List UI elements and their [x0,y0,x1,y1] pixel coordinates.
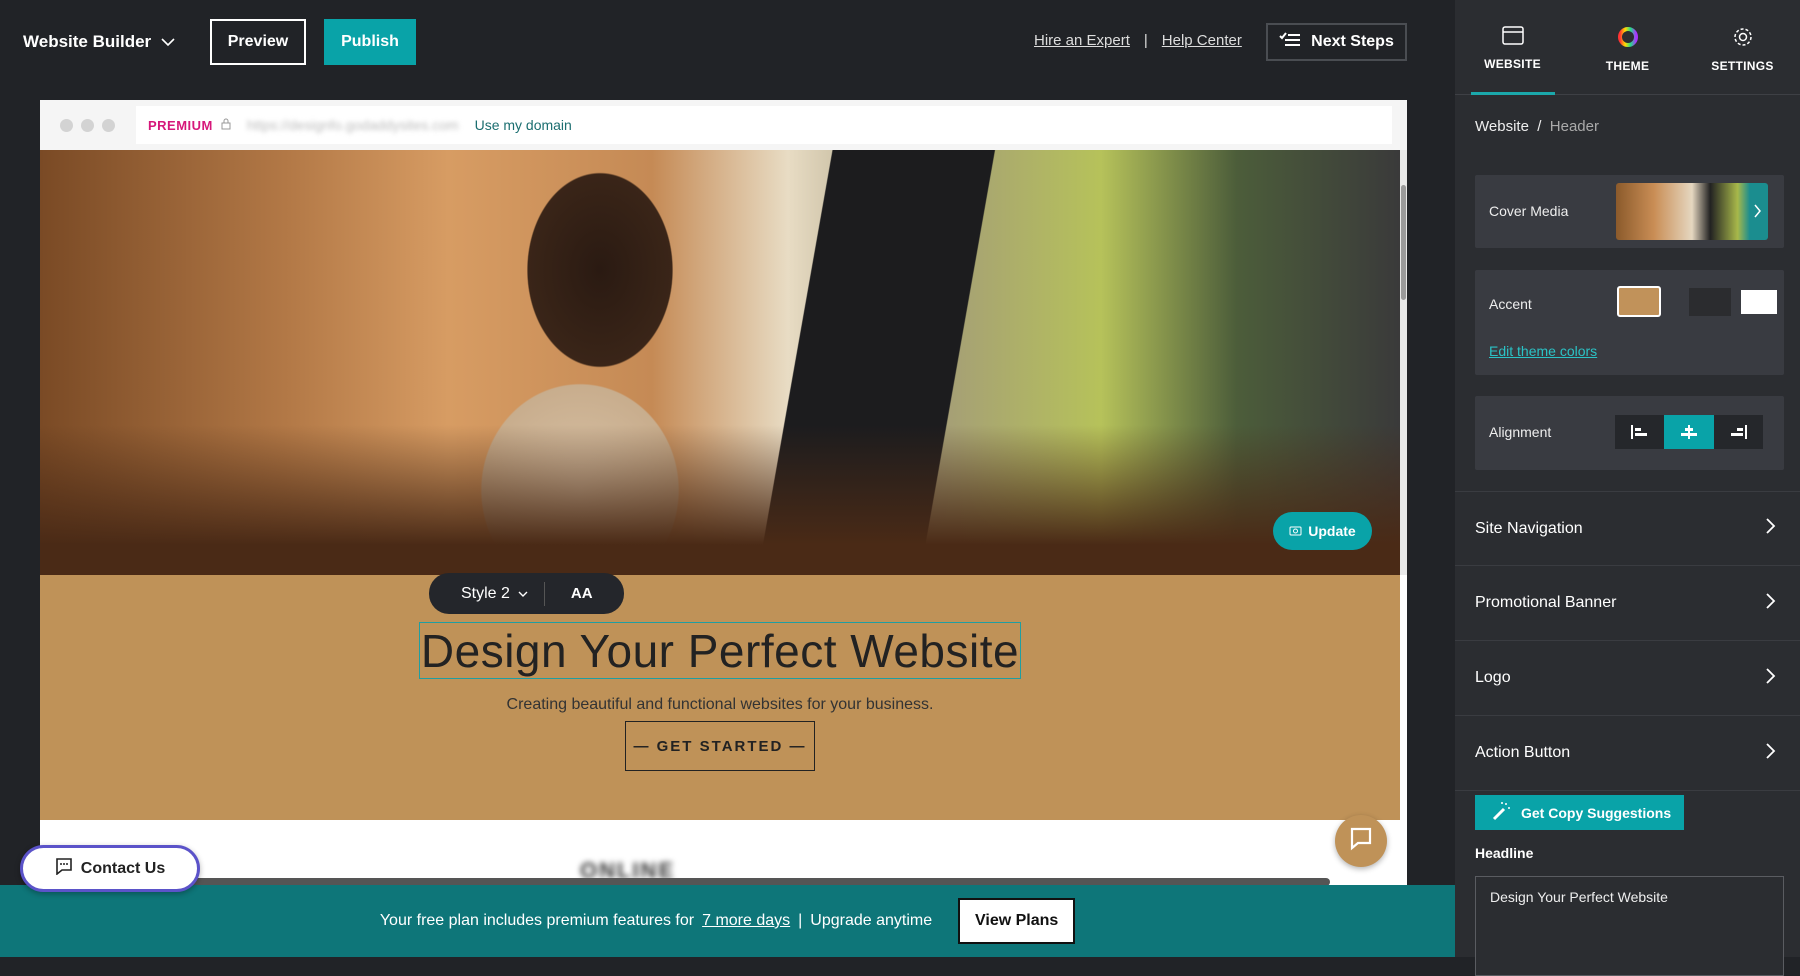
help-center-link[interactable]: Help Center [1162,32,1242,49]
row-label: Logo [1475,669,1511,686]
contact-label: Contact Us [80,859,166,877]
tab-website[interactable]: WEBSITE [1455,0,1570,95]
update-label: Update [1308,523,1356,539]
promotional-banner-row[interactable]: Promotional Banner [1455,566,1800,641]
free-plan-banner: Your free plan includes premium features… [0,885,1455,957]
row-label: Action Button [1475,744,1571,761]
align-left-icon[interactable] [1615,415,1664,449]
alignment-label: Alignment [1489,424,1552,440]
window-dots [60,119,115,132]
alignment-card: Alignment [1475,396,1784,470]
accent-card: Accent Edit theme colors [1475,270,1784,375]
site-url: https://designfo.godaddysites.com [246,117,459,133]
hire-expert-link[interactable]: Hire an Expert [1034,32,1130,49]
font-size-button[interactable]: AA [545,585,593,602]
chevron-right-icon [1766,592,1776,614]
get-started-button[interactable]: — GET STARTED — [625,721,815,771]
breadcrumb-header: Header [1549,118,1599,135]
premium-badge: PREMIUM [148,117,213,133]
tab-theme[interactable]: THEME [1570,0,1685,94]
magic-wand-icon [1491,801,1511,824]
accent-swatch-white[interactable] [1741,290,1777,314]
edit-theme-colors-link[interactable]: Edit theme colors [1489,343,1597,359]
use-my-domain-link[interactable]: Use my domain [475,117,572,133]
section-divider [190,878,1330,885]
browser-window-icon [1501,26,1524,49]
chat-button[interactable] [1335,815,1387,867]
message-icon [55,857,73,880]
publish-button[interactable]: Publish [324,19,416,65]
accent-label: Accent [1489,296,1532,312]
gear-icon [1732,26,1754,51]
row-label: Promotional Banner [1475,594,1617,611]
hero-image[interactable] [40,150,1400,575]
tab-settings[interactable]: SETTINGS [1685,0,1800,94]
view-plans-button[interactable]: View Plans [958,898,1076,944]
style-dropdown[interactable]: Style 2 [429,581,545,606]
banner-text: Your free plan includes premium features… [379,912,695,929]
chevron-right-icon [1754,204,1762,223]
preview-scrollbar[interactable] [1400,150,1407,575]
contact-us-button[interactable]: Contact Us [20,845,200,892]
chevron-down-icon [161,32,175,52]
chevron-right-icon [1766,667,1776,689]
next-steps-button[interactable]: Next Steps [1266,23,1407,61]
preview-button[interactable]: Preview [210,19,306,65]
headline-input[interactable]: Design Your Perfect Website [1475,876,1784,976]
breadcrumb-sep: / [1537,118,1542,135]
breadcrumb-website[interactable]: Website [1475,118,1529,135]
cover-media-label: Cover Media [1489,203,1569,219]
get-copy-suggestions-button[interactable]: Get Copy Suggestions [1475,795,1684,830]
chevron-down-icon [518,585,528,603]
next-steps-label: Next Steps [1311,33,1394,50]
lock-icon [221,117,231,133]
top-bar: Website Builder Preview Publish Hire an … [0,0,1455,100]
color-ring-icon [1617,26,1639,51]
headline-label: Headline [1475,845,1534,861]
align-right-icon[interactable] [1714,415,1763,449]
camera-icon [1289,523,1302,539]
align-center-icon[interactable] [1664,415,1714,449]
chat-bubble-icon [1348,826,1374,857]
top-links: Hire an Expert | Help Center [1034,32,1242,49]
website-builder-menu[interactable]: Website Builder [23,32,175,52]
hero-subtitle[interactable]: Creating beautiful and functional websit… [40,696,1400,714]
site-navigation-row[interactable]: Site Navigation [1455,491,1800,566]
accent-swatch-tan[interactable] [1617,286,1661,317]
editor-panel: WEBSITE THEME SETTINGS Website / Header … [1455,0,1800,976]
panel-tabs: WEBSITE THEME SETTINGS [1455,0,1800,95]
tab-label: WEBSITE [1484,57,1541,71]
cover-thumbnail[interactable] [1616,183,1768,240]
breadcrumb: Website / Header [1475,118,1599,135]
alignment-control [1615,415,1763,449]
logo-row[interactable]: Logo [1455,641,1800,716]
checklist-icon [1279,31,1301,53]
style-label: Style 2 [461,584,510,602]
style-toolbar: Style 2 AA [429,573,624,614]
separator: | [798,912,803,929]
upgrade-text: Upgrade anytime [810,912,933,929]
site-preview-frame: PREMIUM https://designfo.godaddysites.co… [40,100,1407,885]
separator: | [1143,32,1148,49]
row-label: Site Navigation [1475,519,1583,537]
update-media-button[interactable]: Update [1273,512,1372,550]
tab-label: THEME [1605,59,1650,73]
brand-label: Website Builder [23,32,152,51]
cover-media-card[interactable]: Cover Media [1475,175,1784,248]
chevron-right-icon [1766,742,1776,764]
hero-headline[interactable]: Design Your Perfect Website [419,622,1021,679]
url-bar: PREMIUM https://designfo.godaddysites.co… [136,106,1392,144]
copy-label: Get Copy Suggestions [1521,804,1672,821]
action-button-row[interactable]: Action Button [1455,716,1800,791]
days-left-link[interactable]: 7 more days [702,912,790,930]
tab-label: SETTINGS [1711,59,1774,73]
accent-swatch-dark[interactable] [1689,288,1731,316]
browser-bar: PREMIUM https://designfo.godaddysites.co… [40,100,1407,150]
chevron-right-icon [1766,518,1776,539]
